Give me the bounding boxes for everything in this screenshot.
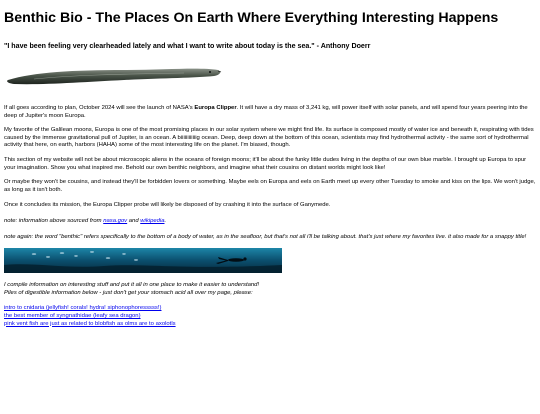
benthic-definition-note: note again: the word "benthic" refers sp… [4,233,527,240]
cnidaria-link[interactable]: intro to cnidaria (jellyfish! corals! hy… [4,305,536,313]
compile-intro-line-2: Piles of digestible information below - … [4,289,253,296]
vent-fish-link[interactable]: pink vent fish are just as related to bl… [4,321,536,329]
source-note-period: . [164,217,167,224]
sea-dragon-link[interactable]: the best member of syngnathidae (leafy s… [4,313,536,321]
website-section-paragraph: This section of my website will not be a… [4,156,527,171]
wikipedia-link[interactable]: wikipedia [140,218,164,224]
page: Benthic Bio - The Places On Earth Where … [0,9,540,328]
compile-intro: I compile information on interesting stu… [4,282,536,297]
anthony-doerr-quote: "I have been feeling very clearheaded la… [4,42,371,50]
europa-clipper-paragraph: If all goes according to plan, October 2… [4,105,536,120]
eel-image [4,61,536,91]
ganymede-paragraph: Once it concludes its mission, the Europ… [4,202,331,209]
source-note: note: information above sourced from nas… [4,218,536,226]
compile-intro-line-1: I compile information on interesting stu… [4,282,260,289]
p1-text-a: If all goes according to plan, October 2… [4,105,195,111]
page-title: Benthic Bio - The Places On Earth Where … [4,10,499,26]
ocean-diver-image [4,248,282,274]
eel-illustration [7,68,222,85]
source-note-and: and [127,217,141,224]
galilean-moons-paragraph: My favorite of the Galilean moons, Europ… [4,127,534,149]
topic-links: intro to cnidaria (jellyfish! corals! hy… [4,305,536,328]
europa-clipper-bold: Europa Clipper [194,105,237,111]
cousins-paragraph: Or maybe they won't be cousins, and inst… [4,179,536,193]
source-note-text: note: information above sourced from [4,217,104,224]
nasa-link[interactable]: nasa.gov [103,218,127,224]
